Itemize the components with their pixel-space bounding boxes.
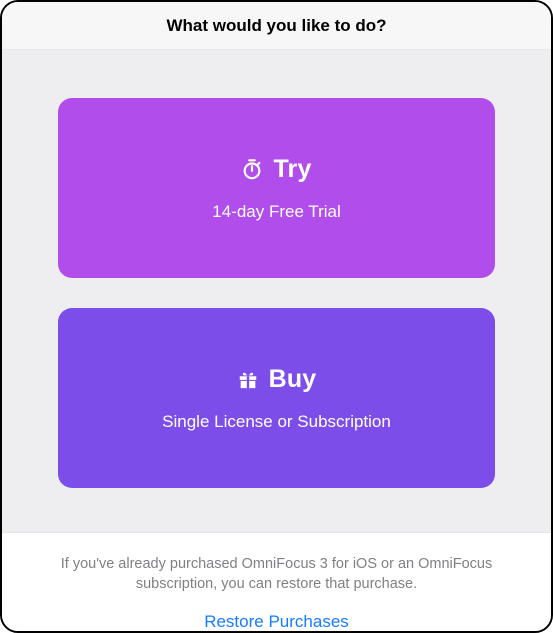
restore-hint: If you've already purchased OmniFocus 3 … <box>46 555 507 594</box>
dialog-title: What would you like to do? <box>14 16 539 36</box>
buy-head: Buy <box>237 365 317 394</box>
buy-button[interactable]: Buy Single License or Subscription <box>58 308 495 488</box>
options-area: Try 14-day Free Trial Buy Single License… <box>2 50 551 532</box>
restore-purchases-link[interactable]: Restore Purchases <box>204 612 349 632</box>
try-subtitle: 14-day Free Trial <box>212 202 341 222</box>
purchase-dialog: What would you like to do? Try 14-day Fr… <box>0 0 553 633</box>
dialog-footer: If you've already purchased OmniFocus 3 … <box>2 532 551 633</box>
try-button[interactable]: Try 14-day Free Trial <box>58 98 495 278</box>
dialog-header: What would you like to do? <box>2 2 551 50</box>
gift-icon <box>237 368 259 390</box>
try-head: Try <box>241 155 311 184</box>
try-title: Try <box>273 155 311 184</box>
stopwatch-icon <box>241 158 263 180</box>
buy-title: Buy <box>269 365 317 394</box>
buy-subtitle: Single License or Subscription <box>162 412 391 432</box>
